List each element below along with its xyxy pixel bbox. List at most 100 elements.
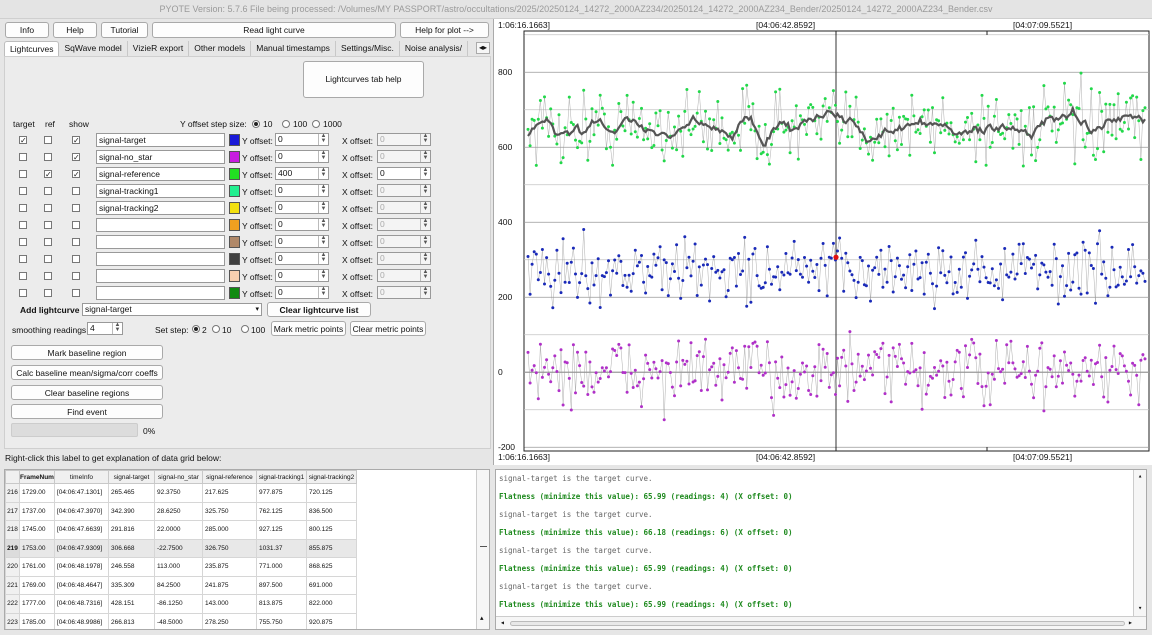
grid-column-header[interactable]: FrameNum bbox=[19, 470, 55, 484]
grid-cell[interactable]: 246.558 bbox=[107, 557, 155, 577]
ref-checkbox[interactable] bbox=[44, 204, 52, 212]
grid-cell[interactable]: [04:06:47.3970] bbox=[53, 501, 109, 521]
ref-checkbox[interactable]: ✓ bbox=[44, 170, 52, 179]
calc-baseline-button[interactable]: Calc baseline mean/sigma/corr coeffs bbox=[11, 365, 163, 380]
spin-arrows-icon[interactable]: ▲ ▼ bbox=[420, 184, 430, 196]
target-checkbox[interactable] bbox=[19, 255, 27, 263]
ref-checkbox[interactable] bbox=[44, 153, 52, 161]
color-swatch[interactable] bbox=[229, 270, 240, 282]
grid-cell[interactable]: 143.000 bbox=[201, 594, 257, 614]
row-header[interactable]: 222 bbox=[5, 594, 20, 614]
lightcurve-name-field[interactable]: signal-reference bbox=[96, 167, 225, 181]
target-checkbox[interactable] bbox=[19, 221, 27, 229]
target-checkbox[interactable] bbox=[19, 272, 27, 280]
color-swatch[interactable] bbox=[229, 236, 240, 248]
lightcurve-name-field[interactable]: signal-no_star bbox=[96, 150, 225, 164]
grid-column-header[interactable]: signal-tracking2 bbox=[305, 470, 357, 484]
read-light-curve-button[interactable]: Read light curve bbox=[152, 22, 396, 38]
table-row[interactable]: 220 1761.00 [04:06:48.1978] 246.558 113.000 2… bbox=[5, 557, 357, 577]
x-offset-spinbox[interactable]: 0 ▲ ▼ bbox=[377, 286, 431, 299]
data-grid[interactable]: FrameNum timeInfo signal-target signal-no_s… bbox=[4, 469, 490, 630]
y-step-radio-100[interactable] bbox=[282, 120, 290, 128]
lightcurve-name-field[interactable] bbox=[96, 235, 225, 249]
show-checkbox[interactable]: ✓ bbox=[72, 153, 80, 162]
grid-cell[interactable]: 920.875 bbox=[305, 612, 357, 629]
mark-metric-points-button[interactable]: Mark metric points bbox=[271, 321, 346, 336]
grid-cell[interactable]: 855.875 bbox=[305, 538, 357, 558]
grid-cell[interactable]: -22.7500 bbox=[153, 538, 203, 558]
row-header[interactable]: 223 bbox=[5, 612, 20, 629]
grid-cell[interactable]: 1777.00 bbox=[19, 594, 55, 614]
x-offset-spinbox[interactable]: 0 ▲ ▼ bbox=[377, 184, 431, 197]
tab-noise-analysis[interactable]: Noise analysis/ bbox=[400, 41, 469, 56]
color-swatch[interactable] bbox=[229, 253, 240, 265]
table-row[interactable]: 223 1785.00 [04:06:48.9986] 266.813 -48.5000… bbox=[5, 612, 357, 629]
spin-arrows-icon[interactable]: ▲ ▼ bbox=[318, 150, 328, 162]
y-offset-spinbox[interactable]: 0 ▲ ▼ bbox=[275, 184, 329, 197]
grid-cell[interactable]: 755.750 bbox=[255, 612, 307, 629]
find-event-button[interactable]: Find event bbox=[11, 404, 163, 419]
grid-cell[interactable]: 1737.00 bbox=[19, 501, 55, 521]
show-checkbox[interactable]: ✓ bbox=[72, 170, 80, 179]
grid-cell[interactable]: [04:06:48.4647] bbox=[53, 575, 109, 595]
log-output[interactable]: signal-target is the target curve. Flatne… bbox=[495, 469, 1147, 630]
grid-cell[interactable]: 265.465 bbox=[107, 483, 155, 503]
grid-column-header[interactable]: timeInfo bbox=[53, 470, 109, 484]
ref-checkbox[interactable] bbox=[44, 272, 52, 280]
grid-cell[interactable]: 335.309 bbox=[107, 575, 155, 595]
grid-cell[interactable]: 235.875 bbox=[201, 557, 257, 577]
clear-metric-points-button[interactable]: Clear metric points bbox=[350, 321, 426, 336]
grid-cell[interactable]: 326.750 bbox=[201, 538, 257, 558]
spin-arrows-icon[interactable]: ▲ ▼ bbox=[318, 286, 328, 298]
y-step-radio-1000[interactable] bbox=[312, 120, 320, 128]
scroll-left-icon[interactable]: ◂ bbox=[500, 618, 505, 627]
show-checkbox[interactable] bbox=[72, 255, 80, 263]
show-checkbox[interactable] bbox=[72, 204, 80, 212]
grid-cell[interactable]: 22.0000 bbox=[153, 520, 203, 540]
grid-cell[interactable]: 84.2500 bbox=[153, 575, 203, 595]
grid-cell[interactable]: 1761.00 bbox=[19, 557, 55, 577]
lightcurve-name-field[interactable] bbox=[96, 269, 225, 283]
data-grid-help-label[interactable]: Right-click this label to get explanatio… bbox=[5, 453, 221, 463]
grid-cell[interactable]: [04:06:47.1301] bbox=[53, 483, 109, 503]
target-checkbox[interactable] bbox=[19, 289, 27, 297]
clear-baseline-regions-button[interactable]: Clear baseline regions bbox=[11, 385, 163, 400]
set-step-radio-100[interactable] bbox=[241, 325, 249, 333]
show-checkbox[interactable] bbox=[72, 221, 80, 229]
row-header[interactable]: 217 bbox=[5, 501, 20, 521]
target-checkbox[interactable] bbox=[19, 153, 27, 161]
tab-vizier-export[interactable]: VizieR export bbox=[128, 41, 190, 56]
spin-arrows-icon[interactable]: ▲ ▼ bbox=[318, 167, 328, 179]
grid-cell[interactable]: 217.625 bbox=[201, 483, 257, 503]
lightcurve-name-field[interactable]: signal-tracking1 bbox=[96, 184, 225, 198]
spin-arrows-icon[interactable]: ▲ ▼ bbox=[420, 167, 430, 179]
lightcurve-name-field[interactable] bbox=[96, 286, 225, 300]
grid-column-header[interactable]: signal-no_star bbox=[153, 470, 203, 484]
x-offset-spinbox[interactable]: 0 ▲ ▼ bbox=[377, 235, 431, 248]
color-swatch[interactable] bbox=[229, 151, 240, 163]
data-grid-table[interactable]: FrameNum timeInfo signal-target signal-no_s… bbox=[5, 470, 357, 629]
spin-arrows-icon[interactable]: ▲ ▼ bbox=[318, 218, 328, 230]
help-button[interactable]: Help bbox=[53, 22, 97, 38]
tab-manual-timestamps[interactable]: Manual timestamps bbox=[251, 41, 336, 56]
mark-baseline-region-button[interactable]: Mark baseline region bbox=[11, 345, 163, 360]
y-offset-spinbox[interactable]: 0 ▲ ▼ bbox=[275, 286, 329, 299]
spin-arrows-icon[interactable]: ▲ ▼ bbox=[420, 252, 430, 264]
grid-cell[interactable]: 762.125 bbox=[255, 501, 307, 521]
show-checkbox[interactable] bbox=[72, 187, 80, 195]
table-row[interactable]: 221 1769.00 [04:06:48.4647] 335.309 84.2500 2… bbox=[5, 575, 357, 595]
info-button[interactable]: Info bbox=[5, 22, 49, 38]
x-offset-spinbox[interactable]: 0 ▲ ▼ bbox=[377, 269, 431, 282]
scroll-down-icon[interactable]: ▾ bbox=[1138, 604, 1142, 612]
row-header[interactable]: 221 bbox=[5, 575, 20, 595]
grid-cell[interactable]: 285.000 bbox=[201, 520, 257, 540]
scroll-right-icon[interactable]: ▸ bbox=[1128, 618, 1133, 627]
target-checkbox[interactable] bbox=[19, 170, 27, 178]
color-swatch[interactable] bbox=[229, 185, 240, 197]
spin-arrows-icon[interactable]: ▲ ▼ bbox=[112, 322, 122, 334]
grid-cell[interactable]: 28.6250 bbox=[153, 501, 203, 521]
grid-cell[interactable]: 278.250 bbox=[201, 612, 257, 629]
grid-cell[interactable]: 868.625 bbox=[305, 557, 357, 577]
grid-cell[interactable]: 836.500 bbox=[305, 501, 357, 521]
color-swatch[interactable] bbox=[229, 287, 240, 299]
